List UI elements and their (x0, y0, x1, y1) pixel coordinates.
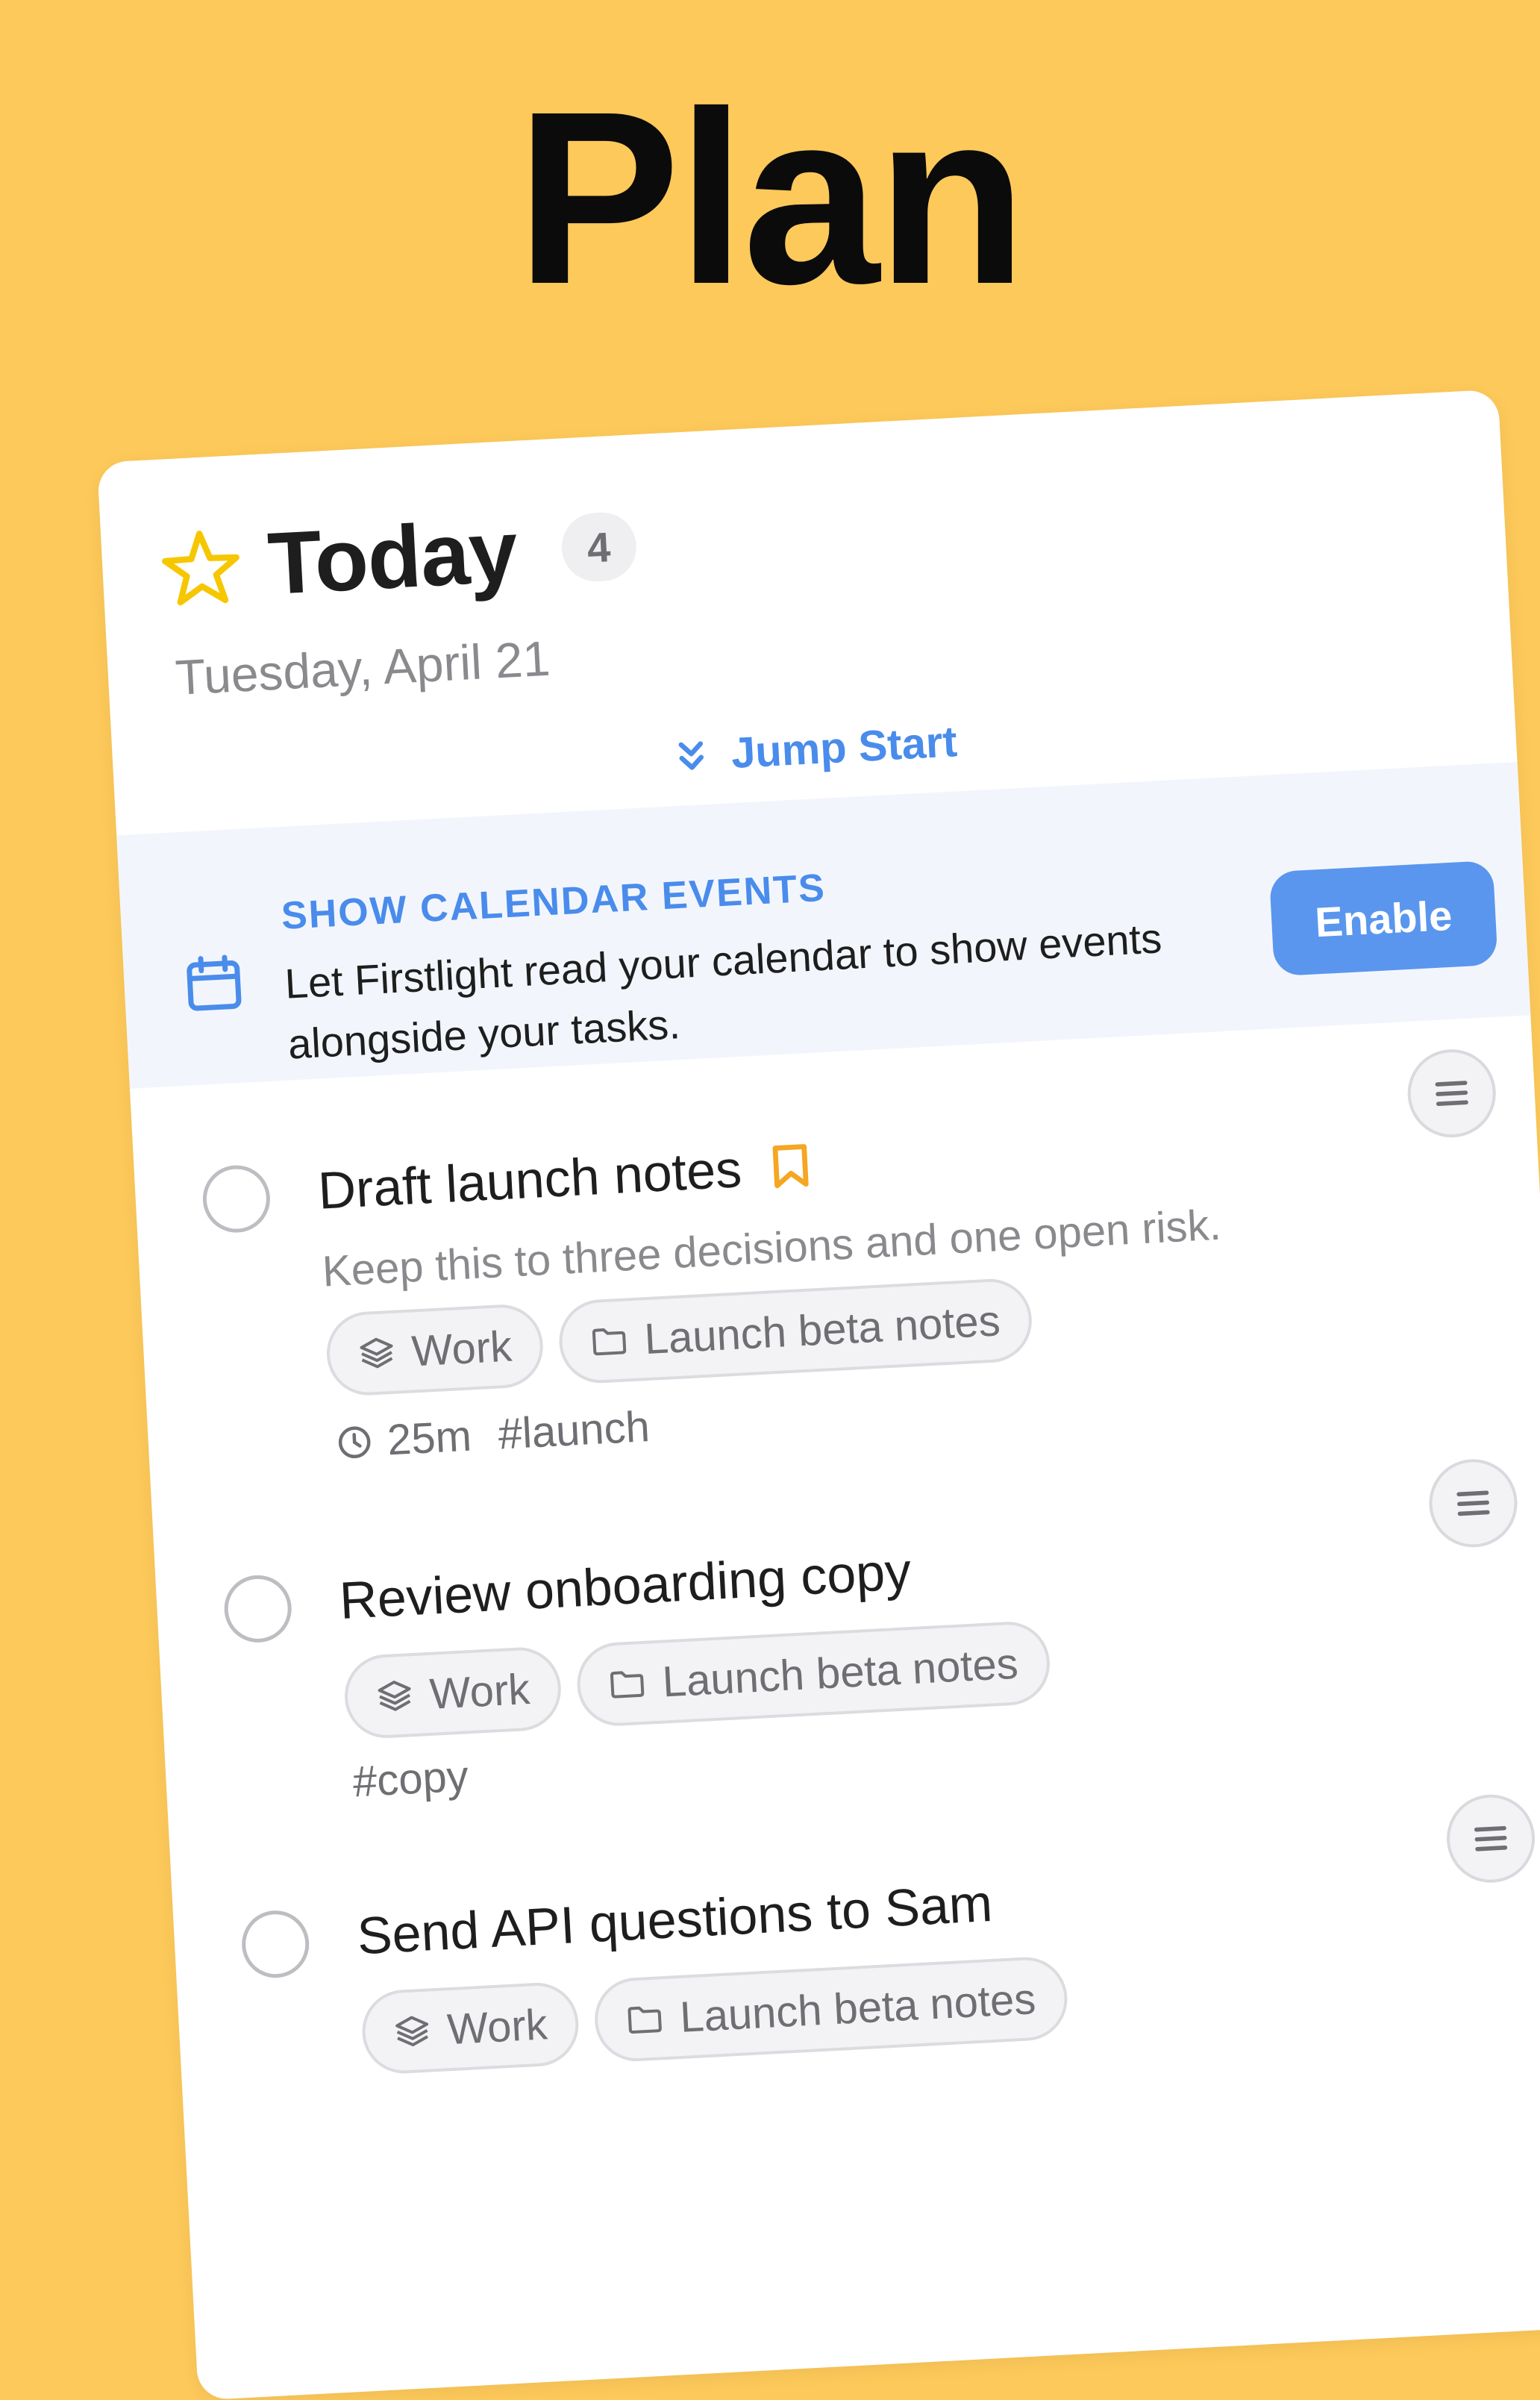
project-chip-label: Launch beta notes (678, 1974, 1037, 2042)
clock-icon (338, 1425, 371, 1458)
layers-icon (360, 1337, 393, 1369)
task-chips: Work Launch beta notes (342, 1619, 1068, 1740)
task-title-text: Send API questions to Sam (355, 1873, 994, 1966)
task-item: Review onboarding copy Work Launch beta … (153, 1455, 1540, 1842)
star-icon (162, 531, 240, 606)
area-chip[interactable]: Work (325, 1302, 545, 1398)
project-chip[interactable]: Launch beta notes (575, 1619, 1052, 1728)
task-checkbox[interactable] (222, 1573, 293, 1645)
task-chips: Work Launch beta notes (360, 1954, 1086, 2076)
task-menu-button[interactable] (1444, 1792, 1538, 1885)
task-meta: 25m #launch (334, 1401, 651, 1468)
banner-title: SHOW CALENDAR EVENTS (280, 866, 827, 938)
today-card: Today 4 Tuesday, April 21 Jump Start SHO… (97, 389, 1540, 2400)
project-chip-label: Launch beta notes (661, 1639, 1020, 1707)
task-menu-button[interactable] (1405, 1047, 1498, 1140)
calendar-icon (187, 954, 242, 1011)
task-meta: #copy (351, 1751, 469, 1807)
task-title[interactable]: Review onboarding copy (338, 1541, 913, 1631)
date-label: Tuesday, April 21 (174, 630, 552, 705)
tag-label[interactable]: #launch (497, 1401, 651, 1460)
page-title: Today (265, 501, 520, 614)
task-note: Keep this to three decisions and one ope… (321, 1200, 1223, 1296)
task-checkbox[interactable] (240, 1908, 311, 1980)
headline: Plan (516, 60, 1027, 335)
folder-icon (627, 2006, 663, 2034)
duration-label: 25m (386, 1411, 473, 1465)
hamburger-icon (1474, 1825, 1508, 1851)
layers-icon (378, 1681, 411, 1711)
project-chip-label: Launch beta notes (643, 1296, 1002, 1363)
double-chevron-down-icon (678, 740, 704, 770)
task-title[interactable]: Draft launch notes (316, 1135, 811, 1220)
jump-start-label: Jump Start (730, 717, 959, 778)
hamburger-icon (1456, 1490, 1490, 1516)
task-item: Send API questions to Sam Work Launch be… (170, 1790, 1540, 2162)
task-title-text: Draft launch notes (316, 1140, 743, 1220)
bookmark-icon (772, 1144, 809, 1189)
today-header: Today 4 (160, 494, 639, 620)
area-chip-label: Work (428, 1664, 531, 1719)
enable-button[interactable]: Enable (1268, 860, 1498, 977)
task-count-badge: 4 (560, 510, 638, 584)
folder-icon (610, 1671, 645, 1699)
layers-icon (395, 2016, 429, 2047)
task-checkbox[interactable] (201, 1163, 272, 1234)
task-menu-button[interactable] (1427, 1457, 1520, 1550)
area-chip-label: Work (410, 1322, 513, 1376)
hamburger-icon (1435, 1081, 1468, 1106)
task-chips: Work Launch beta notes (325, 1276, 1050, 1398)
area-chip[interactable]: Work (360, 1981, 581, 2076)
folder-icon (592, 1328, 627, 1356)
project-chip[interactable]: Launch beta notes (592, 1954, 1069, 2063)
task-title-text: Review onboarding copy (338, 1542, 913, 1631)
project-chip[interactable]: Launch beta notes (557, 1277, 1034, 1386)
area-chip-label: Work (445, 1999, 549, 2054)
calendar-banner: SHOW CALENDAR EVENTS Let Firstlight read… (116, 761, 1531, 1089)
task-item: Draft launch notes Keep this to three de… (131, 1045, 1540, 1506)
area-chip[interactable]: Work (342, 1645, 563, 1740)
tag-label[interactable]: #copy (351, 1751, 469, 1807)
task-title[interactable]: Send API questions to Sam (356, 1873, 994, 1966)
